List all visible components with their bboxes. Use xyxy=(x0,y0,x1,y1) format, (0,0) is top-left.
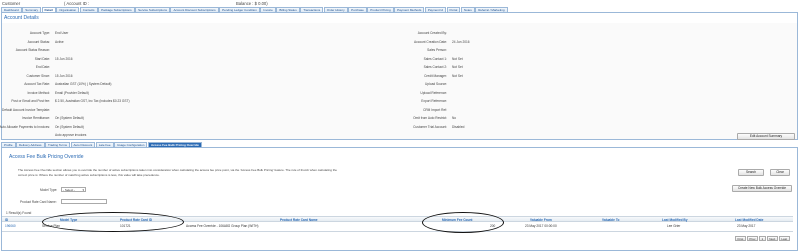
cell-last-modified-by: Lee Grier xyxy=(667,224,681,228)
left-value-11: On (System Default) xyxy=(55,124,84,129)
pager-4[interactable]: Last xyxy=(778,236,790,241)
left-value-12: Auto approve invoices xyxy=(55,133,87,137)
left-label-5: Customer Since: xyxy=(26,73,50,78)
pager-0[interactable]: First xyxy=(735,236,746,241)
pager-1[interactable]: Prev xyxy=(746,236,759,241)
header-customer: Customer xyxy=(2,1,21,6)
override-panel: Access Fee Bulk Pricing Override The Acc… xyxy=(1,147,798,251)
right-label-8: Export Reference: xyxy=(421,99,447,103)
cell-valuable-from: 23 May 2017 00:00:00 xyxy=(525,224,557,228)
highlight-ellipse-left xyxy=(42,212,184,232)
left-value-3: 15 Jun 2016 xyxy=(55,56,73,61)
right-label-0: Account Created By: xyxy=(417,31,447,35)
right-label-7: Upload Reference: xyxy=(420,90,447,95)
left-label-10: Invoice Remittance: xyxy=(22,116,50,120)
cell-last-modified-date: 23 May 2017 xyxy=(737,224,756,228)
col-prc-name[interactable]: Product Rate Card Name xyxy=(280,218,318,222)
left-label-3: Start Date: xyxy=(34,56,50,61)
right-value-3: Not Set xyxy=(452,56,463,61)
col-valuable-from[interactable]: Valuable From xyxy=(530,218,552,222)
col-id[interactable]: ID xyxy=(5,218,8,222)
right-label-11: Customer Trial Account: xyxy=(413,124,447,129)
right-label-3: Sales Contact 1: xyxy=(423,56,447,61)
account-details-body xyxy=(2,23,797,139)
header-account-id: ( Account ID : xyxy=(64,1,90,6)
account-details-panel: Account Details Account Type: End User Acc… xyxy=(0,12,798,140)
right-value-4: Not Set xyxy=(452,65,463,69)
edit-account-summary-button[interactable]: Edit Account Summary xyxy=(737,133,795,140)
header-balance: Balance : $ 0.00) xyxy=(236,1,268,6)
left-value-7: Email (Provider Default) xyxy=(55,90,89,95)
prc-name-label: Product Rate Card Name: xyxy=(20,200,57,204)
left-label-0: Account Type: xyxy=(29,31,50,35)
left-value-0: End User xyxy=(55,31,69,35)
right-value-5: Not Set xyxy=(452,73,463,78)
col-last-modified-by[interactable]: Last Modified By xyxy=(662,218,688,222)
left-label-1: Account Status: xyxy=(27,39,50,44)
left-label-8: Post or Email and Post fee: xyxy=(11,99,50,103)
left-value-5: 15 Jun 2016 xyxy=(55,73,73,78)
right-value-1: 24 Jun 2016 xyxy=(452,39,470,44)
right-value-11: Disabled xyxy=(452,124,465,129)
right-label-6: Upload Source: xyxy=(425,82,447,86)
clear-button[interactable]: Clear xyxy=(770,169,790,176)
right-label-10: Omit from Auto Restrict: xyxy=(413,116,447,120)
model-type-select-value: - Select - xyxy=(63,188,76,192)
right-value-10: No xyxy=(452,116,457,120)
left-label-11: Auto Allocate Payments to Invoices: xyxy=(0,124,50,129)
model-type-select[interactable]: - Select - ▾ xyxy=(61,187,86,192)
cell-prc-name: Access Fee Override - 106A8G Group Plan … xyxy=(186,224,259,228)
pager-2[interactable]: 1 xyxy=(759,236,766,241)
right-label-4: Sales Contact 2: xyxy=(423,65,447,69)
account-details-title: Account Details xyxy=(4,15,39,21)
highlight-ellipse-right xyxy=(422,212,504,233)
override-description: The Access Fee Override section allows y… xyxy=(18,168,538,178)
left-label-7: Invoice Method: xyxy=(27,90,50,95)
left-value-6: Australian GST (10%) ( System Default) xyxy=(55,82,112,86)
prc-name-input[interactable] xyxy=(61,199,107,204)
right-label-2: Sales Person: xyxy=(427,48,447,52)
left-value-1: Active xyxy=(55,39,64,44)
right-label-9: CRM Import Ref: xyxy=(423,107,447,112)
col-valuable-to[interactable]: Valuable To xyxy=(602,218,619,222)
right-label-5: Credit Manager: xyxy=(424,73,447,78)
right-label-1: Account Creation Date: xyxy=(414,39,447,44)
chevron-down-icon: ▾ xyxy=(82,188,84,192)
left-label-2: Account Status Reason: xyxy=(15,48,50,52)
model-type-label: Model Type: xyxy=(40,188,58,192)
left-label-4: End Date: xyxy=(35,65,50,69)
search-button[interactable]: Search xyxy=(738,169,764,176)
pager-3[interactable]: Next xyxy=(766,236,778,241)
left-value-8: $ 2.50, Australian GST, Inc Tax (include… xyxy=(55,99,130,103)
cell-id[interactable]: 196060 xyxy=(5,224,16,228)
results-count: 1 Result(s) Found xyxy=(6,211,32,215)
col-last-modified-date[interactable]: Last Modified Date xyxy=(735,218,763,222)
left-label-6: Account Tax Rate: xyxy=(24,82,50,86)
left-value-10: On (System Default) xyxy=(55,116,84,120)
header-bar: Customer ( Account ID : Balance : $ 0.00… xyxy=(0,0,799,7)
override-title: Access Fee Bulk Pricing Override xyxy=(9,154,84,160)
create-override-button[interactable]: Create New Bulk Access Override xyxy=(732,185,792,192)
left-label-9: Default Account Invoice Template: xyxy=(2,107,50,112)
override-description-line-2: correct price is: Where the number of ma… xyxy=(18,173,160,177)
pager: First Prev 1 Next Last xyxy=(735,236,790,241)
